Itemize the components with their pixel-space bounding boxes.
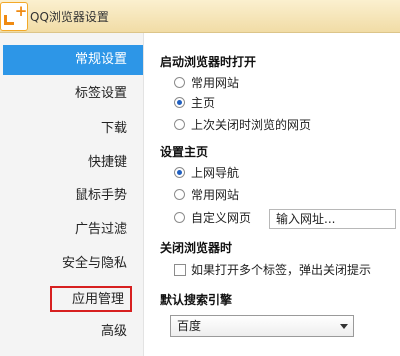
close-section-title: 关闭浏览器时 — [160, 241, 233, 255]
radio-button[interactable] — [174, 212, 185, 223]
window-title: QQ浏览器设置 — [30, 10, 109, 24]
checkbox-label: 如果打开多个标签，弹出关闭提示 — [191, 263, 372, 277]
dropdown-arrow-icon — [340, 324, 348, 329]
homepage-section-title: 设置主页 — [160, 145, 209, 159]
radio-button[interactable] — [174, 119, 185, 130]
radio-label: 上次关闭时浏览的网页 — [191, 118, 312, 132]
radio-button-selected[interactable] — [174, 97, 185, 108]
sidebar-item-security-privacy[interactable]: 安全与隐私 — [5, 249, 135, 279]
radio-button[interactable] — [174, 189, 185, 200]
radio-label: 主页 — [191, 96, 216, 110]
search-engine-select[interactable]: 百度 — [170, 315, 354, 337]
search-section-title: 默认搜索引擎 — [160, 293, 233, 307]
radio-label: 自定义网页 — [191, 211, 252, 225]
settings-content: 启动浏览器时打开 常用网站 主页 上次关闭时浏览的网页 设置主页 上网导航 常用… — [143, 33, 400, 356]
app-logo-icon: + — [0, 2, 28, 31]
sidebar-item-ad-filter[interactable]: 广告过滤 — [5, 215, 135, 245]
sidebar-item-advanced[interactable]: 高级 — [5, 317, 135, 347]
startup-section-title: 启动浏览器时打开 — [160, 55, 257, 69]
sidebar-item-shortcuts[interactable]: 快捷键 — [5, 148, 135, 178]
sidebar-item-mouse-gestures[interactable]: 鼠标手势 — [5, 181, 135, 211]
search-engine-value: 百度 — [177, 319, 202, 333]
radio-label: 上网导航 — [191, 166, 240, 180]
radio-label: 常用网站 — [191, 76, 240, 90]
settings-sidebar: 常规设置 标签设置 下载 快捷键 鼠标手势 广告过滤 安全与隐私 应用管理 高级 — [0, 33, 144, 356]
radio-button-selected[interactable] — [174, 167, 185, 178]
radio-label: 常用网站 — [191, 188, 240, 202]
radio-button[interactable] — [174, 77, 185, 88]
close-warning-checkbox[interactable] — [174, 264, 186, 276]
title-bar: + QQ浏览器设置 — [0, 0, 400, 33]
sidebar-item-general[interactable]: 常规设置 — [3, 45, 143, 75]
sidebar-item-app-management[interactable]: 应用管理 — [50, 286, 132, 312]
sidebar-item-download[interactable]: 下载 — [5, 114, 135, 144]
homepage-url-input[interactable]: 输入网址... — [269, 209, 396, 229]
sidebar-item-tabs[interactable]: 标签设置 — [5, 79, 135, 109]
